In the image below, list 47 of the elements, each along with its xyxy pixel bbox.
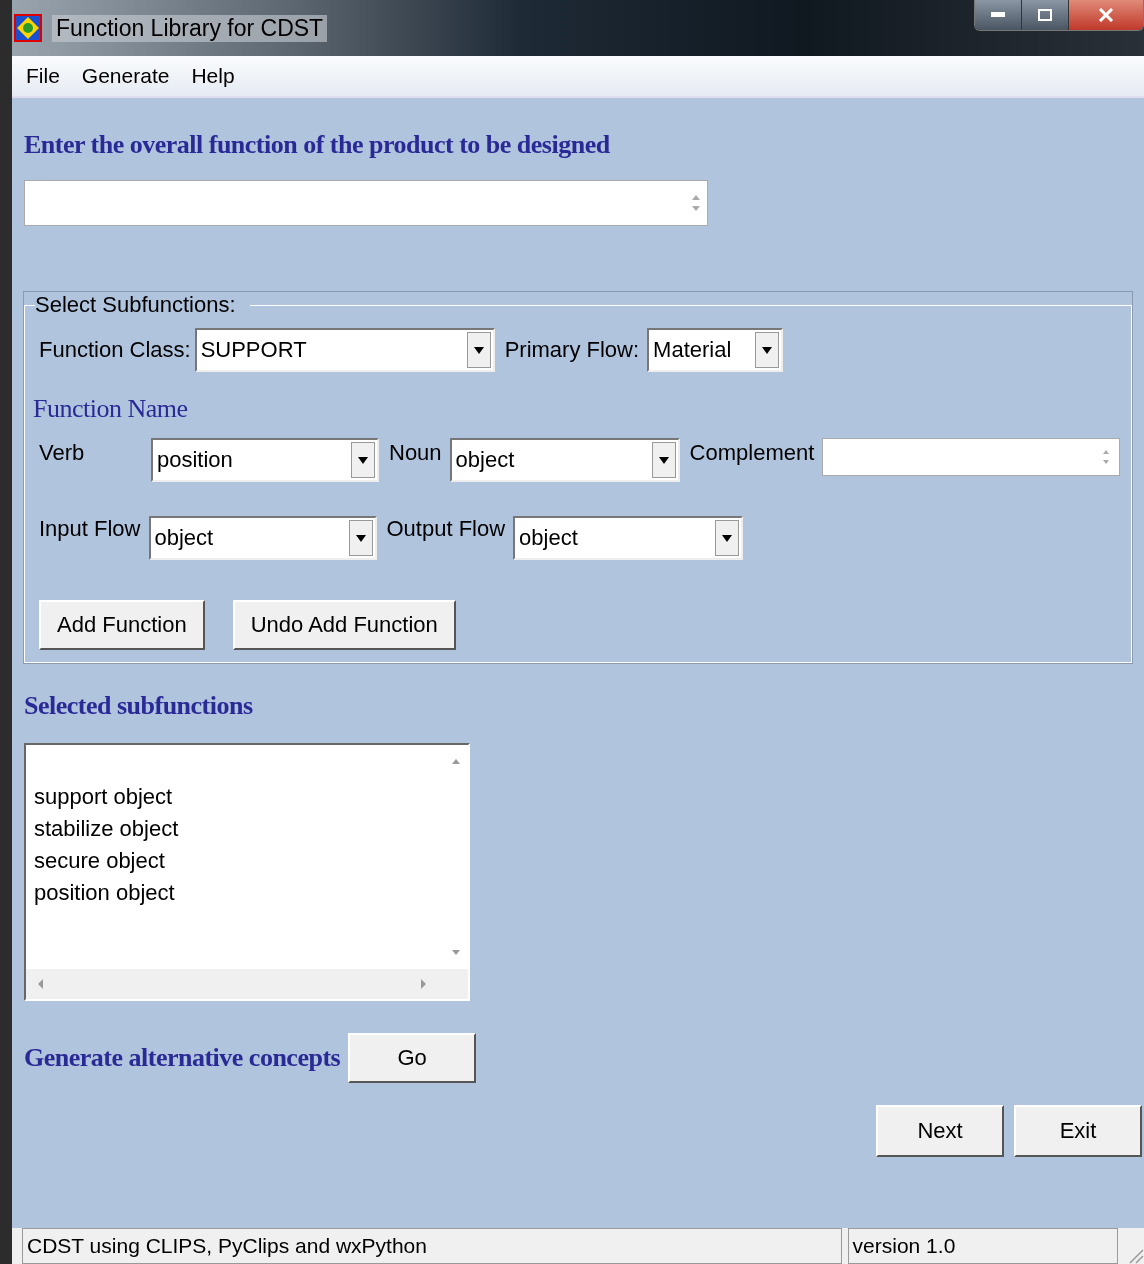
scroll-up-icon — [451, 757, 461, 765]
complement-field[interactable] — [822, 438, 1121, 476]
list-item[interactable]: secure object — [34, 845, 444, 877]
dropdown[interactable]: object — [449, 438, 680, 482]
horizontal-scrollbar[interactable] — [26, 969, 468, 999]
nav-button[interactable]: Next — [876, 1105, 1004, 1157]
field-label: Output Flow — [386, 516, 506, 542]
window-title: Function Library for CDST — [52, 14, 328, 42]
scroll-right-icon — [420, 978, 428, 990]
minimize-icon — [991, 12, 1005, 18]
field-label: Input Flow — [39, 516, 141, 542]
close-icon — [1098, 8, 1114, 22]
dropdown[interactable]: SUPPORT — [194, 328, 495, 372]
minimize-button[interactable] — [975, 0, 1022, 30]
field-label: Primary Flow: — [504, 337, 640, 363]
dropdown[interactable]: position — [151, 438, 379, 482]
section-heading: Selected subfunctions — [24, 691, 254, 721]
field-label: Noun — [389, 439, 442, 466]
dropdown[interactable]: object — [148, 516, 377, 560]
list-item[interactable]: stabilize object — [34, 813, 444, 845]
close-button[interactable] — [1069, 0, 1143, 30]
action-button[interactable]: Add Function — [39, 600, 205, 650]
status-text: version 1.0 — [847, 1228, 1119, 1264]
subsection-heading: Function Name — [33, 394, 189, 424]
menu-item[interactable]: File — [26, 64, 60, 88]
go-button[interactable]: Go — [348, 1033, 477, 1083]
function-input-field[interactable] — [24, 180, 708, 226]
group-title: Select Subfunctions: — [35, 292, 237, 318]
action-button[interactable]: Undo Add Function — [232, 600, 456, 650]
section-heading: Enter the overall function of the product to be designed — [24, 130, 611, 160]
field-label: Verb — [39, 439, 86, 466]
list-item[interactable]: support object — [34, 781, 444, 813]
dropdown[interactable]: object — [513, 516, 744, 560]
nav-button[interactable]: Exit — [1014, 1105, 1142, 1157]
maximize-button[interactable] — [1022, 0, 1069, 30]
app-icon — [14, 14, 42, 42]
scroll-left-icon — [36, 978, 44, 990]
status-text: CDST using CLIPS, PyClips and wxPython — [22, 1228, 842, 1264]
menu-item[interactable]: Help — [191, 64, 235, 88]
field-label: Complement — [689, 439, 815, 466]
section-heading: Generate alternative concepts — [24, 1043, 341, 1073]
scroll-down-icon — [451, 949, 461, 957]
dropdown[interactable]: Material — [647, 328, 784, 372]
maximize-icon — [1038, 9, 1052, 21]
list-item[interactable]: position object — [34, 877, 444, 909]
field-label: Function Class: — [39, 337, 191, 363]
menu-item[interactable]: Generate — [81, 64, 170, 88]
